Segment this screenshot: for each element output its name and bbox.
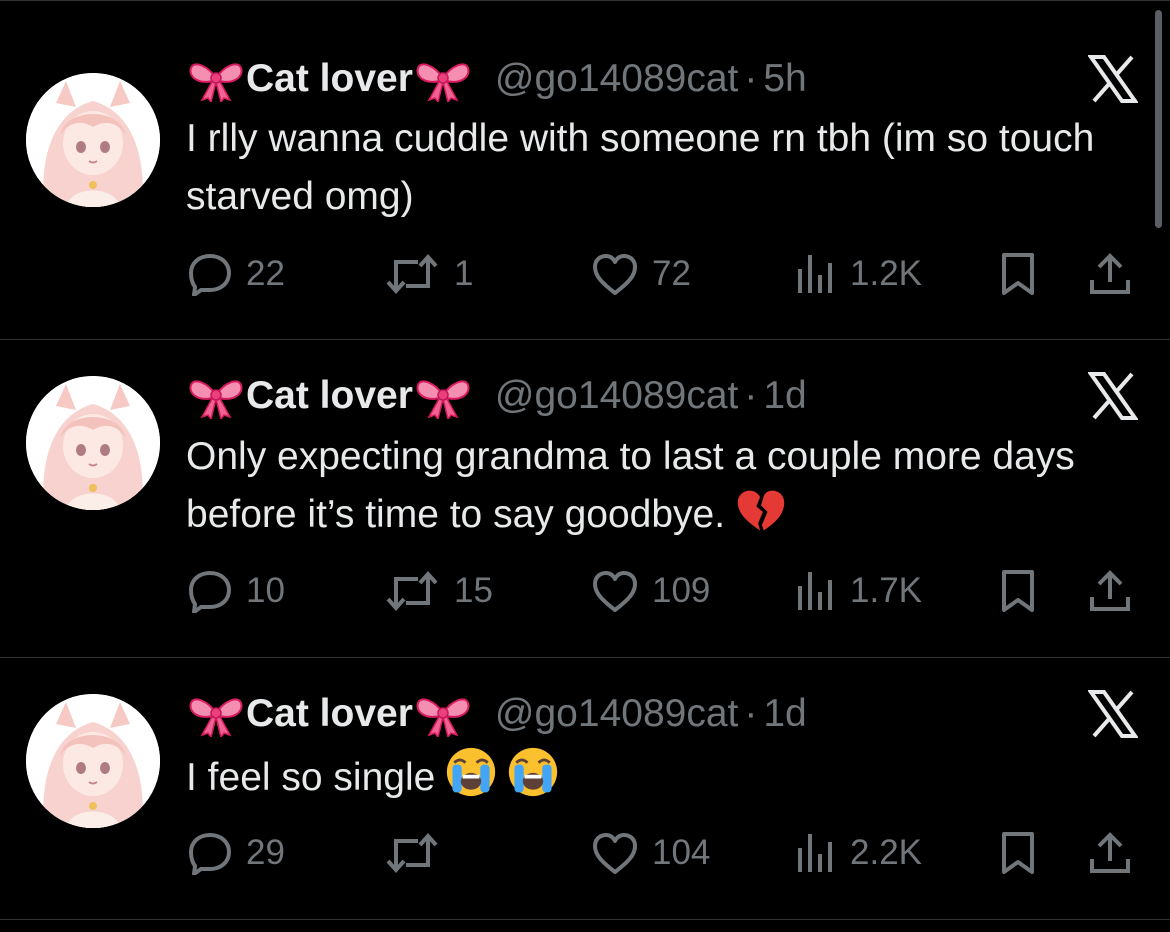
retweet-button[interactable] bbox=[384, 828, 454, 878]
reply-count: 10 bbox=[246, 571, 285, 610]
bookmark-icon bbox=[1000, 569, 1036, 613]
display-name[interactable]: Cat lover bbox=[186, 691, 473, 737]
retweet-icon bbox=[384, 571, 440, 611]
ribbon-bow-icon bbox=[413, 56, 473, 102]
loudly-crying-face-icon bbox=[445, 746, 497, 798]
views-button[interactable]: 1.2K bbox=[796, 249, 922, 299]
like-count: 104 bbox=[652, 833, 711, 872]
heart-icon bbox=[592, 832, 638, 874]
retweet-icon bbox=[384, 833, 440, 873]
retweet-count: 15 bbox=[454, 571, 493, 610]
view-count: 1.2K bbox=[850, 254, 922, 293]
share-icon bbox=[1088, 569, 1132, 613]
ribbon-bow-icon bbox=[413, 373, 473, 419]
ribbon-bow-icon bbox=[186, 56, 246, 102]
ribbon-bow-icon bbox=[186, 373, 246, 419]
reply-count: 29 bbox=[246, 833, 285, 872]
bookmark-icon bbox=[1000, 252, 1036, 296]
analytics-icon bbox=[796, 832, 836, 874]
tweet-actions: 10 15 109 1.7K bbox=[0, 566, 1170, 616]
display-name[interactable]: Cat lover bbox=[186, 373, 473, 419]
reply-icon bbox=[188, 569, 232, 613]
bookmark-button[interactable] bbox=[1000, 249, 1036, 299]
like-button[interactable]: 72 bbox=[592, 249, 691, 299]
like-count: 72 bbox=[652, 254, 691, 293]
view-count: 1.7K bbox=[850, 571, 922, 610]
avatar[interactable] bbox=[26, 694, 160, 828]
user-handle[interactable]: @go14089cat bbox=[495, 692, 738, 736]
heart-icon bbox=[592, 570, 638, 612]
views-button[interactable]: 1.7K bbox=[796, 566, 922, 616]
tweet-header: Cat lover @go14089cat · 1d bbox=[186, 370, 807, 422]
heart-icon bbox=[592, 253, 638, 295]
tweet-header: Cat lover @go14089cat · 5h bbox=[186, 53, 807, 105]
like-count: 109 bbox=[652, 571, 711, 610]
reply-icon bbox=[188, 252, 232, 296]
ribbon-bow-icon bbox=[413, 691, 473, 737]
retweet-button[interactable]: 15 bbox=[384, 566, 493, 616]
analytics-icon bbox=[796, 253, 836, 295]
share-button[interactable] bbox=[1088, 828, 1132, 878]
share-icon bbox=[1088, 831, 1132, 875]
separator-dot: · bbox=[744, 57, 758, 100]
tweet[interactable]: Cat lover @go14089cat · 1d Only expectin… bbox=[0, 340, 1170, 658]
timestamp[interactable]: 1d bbox=[763, 374, 806, 418]
tweet-header: Cat lover @go14089cat · 1d bbox=[186, 688, 807, 740]
tweet-actions: 22 1 72 1.2K bbox=[0, 249, 1170, 299]
tweet-text: I feel so single bbox=[186, 746, 1136, 807]
separator-dot: · bbox=[744, 374, 758, 417]
reply-button[interactable]: 22 bbox=[188, 249, 285, 299]
avatar[interactable] bbox=[26, 73, 160, 207]
timestamp[interactable]: 1d bbox=[763, 692, 806, 736]
display-name-text[interactable]: Cat lover bbox=[246, 692, 413, 736]
views-button[interactable]: 2.2K bbox=[796, 828, 922, 878]
timeline[interactable]: Cat lover @go14089cat · 5h I rlly wanna … bbox=[0, 0, 1170, 932]
display-name-text[interactable]: Cat lover bbox=[246, 57, 413, 101]
user-handle[interactable]: @go14089cat bbox=[495, 57, 738, 101]
scrollbar-thumb[interactable] bbox=[1155, 10, 1162, 228]
retweet-icon bbox=[384, 254, 440, 294]
tweet-text: I rlly wanna cuddle with someone rn tbh … bbox=[186, 110, 1136, 226]
tweet-text-content: I rlly wanna cuddle with someone rn tbh … bbox=[186, 117, 1095, 218]
avatar[interactable] bbox=[26, 376, 160, 510]
user-handle[interactable]: @go14089cat bbox=[495, 374, 738, 418]
bookmark-button[interactable] bbox=[1000, 566, 1036, 616]
timestamp[interactable]: 5h bbox=[763, 57, 806, 101]
bookmark-icon bbox=[1000, 831, 1036, 875]
tweet[interactable]: Cat lover @go14089cat · 5h I rlly wanna … bbox=[0, 0, 1170, 340]
loudly-crying-face-icon bbox=[507, 746, 559, 798]
reply-button[interactable]: 10 bbox=[188, 566, 285, 616]
retweet-count: 1 bbox=[454, 254, 474, 293]
x-logo-icon bbox=[1088, 55, 1138, 103]
share-icon bbox=[1088, 252, 1132, 296]
view-count: 2.2K bbox=[850, 833, 922, 872]
tweet-text-content: I feel so single bbox=[186, 756, 436, 799]
broken-heart-icon bbox=[735, 487, 787, 535]
x-logo-icon bbox=[1088, 372, 1138, 420]
display-name[interactable]: Cat lover bbox=[186, 56, 473, 102]
x-logo-icon bbox=[1088, 690, 1138, 738]
like-button[interactable]: 104 bbox=[592, 828, 710, 878]
like-button[interactable]: 109 bbox=[592, 566, 710, 616]
separator-dot: · bbox=[744, 692, 758, 735]
ribbon-bow-icon bbox=[186, 691, 246, 737]
share-button[interactable] bbox=[1088, 249, 1132, 299]
analytics-icon bbox=[796, 570, 836, 612]
reply-count: 22 bbox=[246, 254, 285, 293]
tweet-actions: 29 104 2.2K bbox=[0, 828, 1170, 878]
display-name-text[interactable]: Cat lover bbox=[246, 374, 413, 418]
tweet-text-content: Only expecting grandma to last a couple … bbox=[186, 435, 1075, 536]
reply-button[interactable]: 29 bbox=[188, 828, 285, 878]
retweet-button[interactable]: 1 bbox=[384, 249, 473, 299]
reply-icon bbox=[188, 831, 232, 875]
share-button[interactable] bbox=[1088, 566, 1132, 616]
tweet[interactable]: Cat lover @go14089cat · 1d I feel so sin… bbox=[0, 658, 1170, 920]
tweet-text: Only expecting grandma to last a couple … bbox=[186, 428, 1136, 544]
bookmark-button[interactable] bbox=[1000, 828, 1036, 878]
